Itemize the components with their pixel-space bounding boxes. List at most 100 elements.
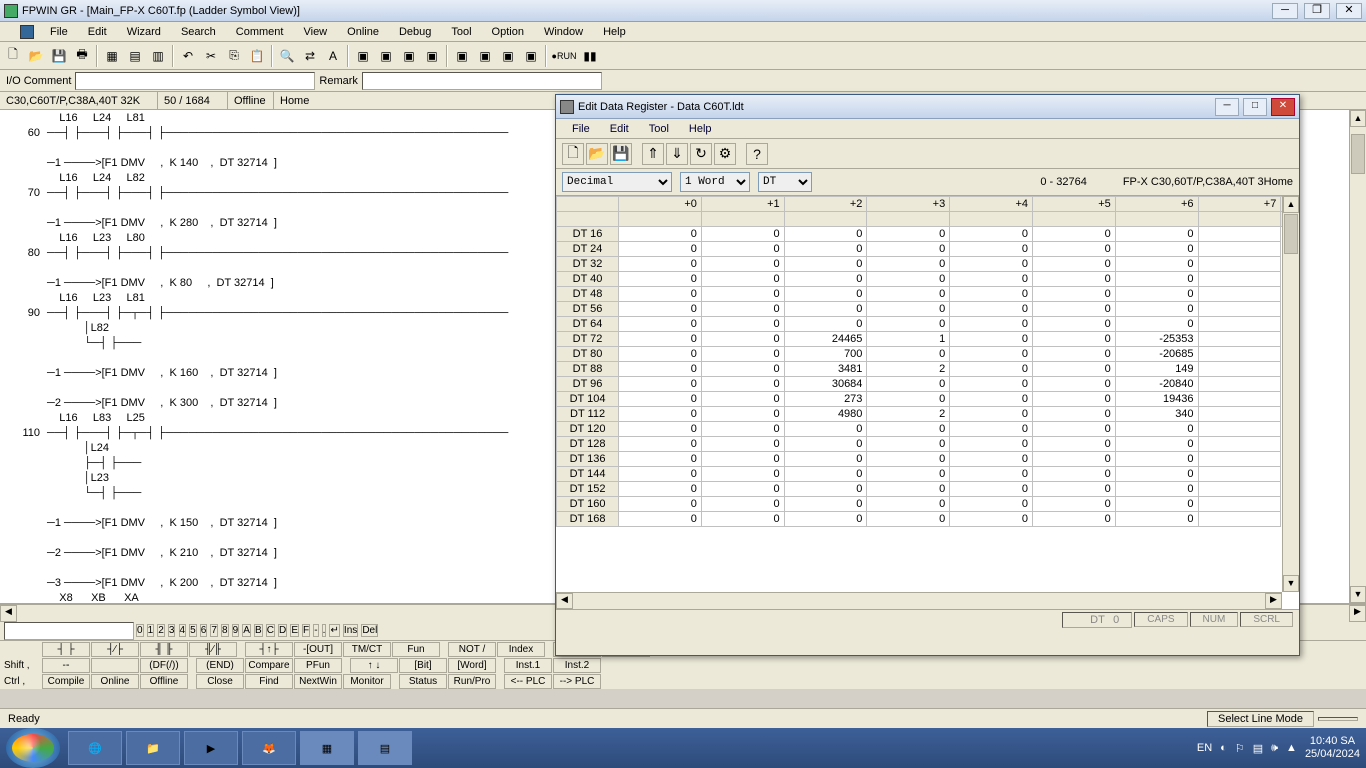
fkey-blank[interactable]: ┤↑├	[245, 642, 293, 657]
menu-edit[interactable]: Edit	[78, 24, 117, 40]
data-cell[interactable]: 0	[701, 272, 784, 287]
data-cell[interactable]	[1198, 332, 1281, 347]
fkey-close[interactable]: Close	[196, 674, 244, 689]
data-cell[interactable]: -25353	[1115, 332, 1198, 347]
data-cell[interactable]: 0	[784, 227, 867, 242]
data-cell[interactable]: 19436	[1115, 392, 1198, 407]
tool-btn-3[interactable]: ▥	[147, 45, 169, 67]
data-cell[interactable]	[1198, 272, 1281, 287]
fkey-plc[interactable]: <-- PLC	[504, 674, 552, 689]
fkey-blank[interactable]: ↑ ↓	[350, 658, 398, 673]
data-cell[interactable]: 4980	[784, 407, 867, 422]
minimize-button[interactable]: ─	[1272, 3, 1298, 19]
data-cell[interactable]: 0	[950, 482, 1033, 497]
datareg-config[interactable]: ⚙	[714, 143, 736, 165]
restore-button[interactable]: ❐	[1304, 3, 1330, 19]
copy-button[interactable]: ⎘	[223, 45, 245, 67]
menu-search[interactable]: Search	[171, 24, 226, 40]
close-button[interactable]: ✕	[1336, 3, 1362, 19]
data-cell[interactable]: 0	[1032, 422, 1115, 437]
data-cell[interactable]: 2	[867, 362, 950, 377]
data-cell[interactable]: 0	[784, 242, 867, 257]
menu-option[interactable]: Option	[482, 24, 534, 40]
io-comment-input[interactable]	[75, 72, 315, 90]
tray-icon-5[interactable]: ▲	[1286, 742, 1297, 754]
input-key-6[interactable]: 6	[200, 624, 208, 637]
fkey-find[interactable]: Find	[245, 674, 293, 689]
data-cell[interactable]: -20685	[1115, 347, 1198, 362]
data-cell[interactable]: 0	[701, 422, 784, 437]
tray-icon-3[interactable]: ▤	[1253, 742, 1263, 755]
data-cell[interactable]: 0	[950, 437, 1033, 452]
data-cell[interactable]: 0	[701, 482, 784, 497]
data-cell[interactable]: 0	[1115, 467, 1198, 482]
data-cell[interactable]: 0	[950, 332, 1033, 347]
data-cell[interactable]	[1198, 452, 1281, 467]
open-button[interactable]: 📂	[25, 45, 47, 67]
data-cell[interactable]: 0	[1032, 227, 1115, 242]
data-cell[interactable]: 0	[701, 407, 784, 422]
datareg-title-bar[interactable]: Edit Data Register - Data C60T.ldt ─ □ ✕	[556, 95, 1299, 119]
datareg-refresh[interactable]: ↻	[690, 143, 712, 165]
data-cell[interactable]: 0	[701, 242, 784, 257]
data-cell[interactable]	[1198, 497, 1281, 512]
data-cell[interactable]: 700	[784, 347, 867, 362]
data-cell[interactable]: 0	[619, 257, 702, 272]
data-cell[interactable]: 0	[619, 467, 702, 482]
data-cell[interactable]: 0	[1032, 407, 1115, 422]
tool-btn-e[interactable]: ▣	[451, 45, 473, 67]
data-cell[interactable]: 30684	[784, 377, 867, 392]
data-cell[interactable]: 0	[619, 452, 702, 467]
menu-help[interactable]: Help	[593, 24, 636, 40]
data-cell[interactable]	[1198, 407, 1281, 422]
data-cell[interactable]: 2	[867, 407, 950, 422]
datareg-download[interactable]: ⇓	[666, 143, 688, 165]
data-cell[interactable]: 0	[619, 407, 702, 422]
data-cell[interactable]: 0	[784, 437, 867, 452]
data-cell[interactable]: 0	[950, 512, 1033, 527]
data-cell[interactable]	[1198, 377, 1281, 392]
input-key-4[interactable]: 4	[179, 624, 187, 637]
data-cell[interactable]: 0	[784, 272, 867, 287]
data-cell[interactable]: 0	[619, 362, 702, 377]
data-cell[interactable]: 0	[701, 362, 784, 377]
fkey-word[interactable]: [Word]	[448, 658, 496, 673]
data-cell[interactable]: 0	[1115, 272, 1198, 287]
menu-wizard[interactable]: Wizard	[117, 24, 171, 40]
fkey-inst2[interactable]: Inst.2	[553, 658, 601, 673]
datareg-help[interactable]: ?	[746, 143, 768, 165]
scroll-left-arrow[interactable]: ◀	[0, 605, 17, 622]
data-cell[interactable]: 0	[1115, 482, 1198, 497]
tool-btn-f[interactable]: ▣	[474, 45, 496, 67]
data-cell[interactable]: 0	[784, 467, 867, 482]
register-select[interactable]: DT	[758, 172, 812, 192]
tray-lang[interactable]: EN	[1197, 742, 1212, 754]
data-cell[interactable]: 0	[1032, 437, 1115, 452]
data-cell[interactable]: 0	[619, 512, 702, 527]
menu-tool[interactable]: Tool	[441, 24, 481, 40]
task-explorer[interactable]: 📁	[126, 731, 180, 765]
data-cell[interactable]: 0	[1032, 332, 1115, 347]
tray-icon-2[interactable]: ⚐	[1235, 742, 1245, 755]
tool-btn-g[interactable]: ▣	[497, 45, 519, 67]
data-cell[interactable]: 0	[701, 437, 784, 452]
scroll-thumb[interactable]	[1351, 134, 1365, 174]
data-cell[interactable]: 0	[784, 302, 867, 317]
data-cell[interactable]	[1198, 467, 1281, 482]
data-cell[interactable]: 0	[701, 377, 784, 392]
data-cell[interactable]: 0	[619, 422, 702, 437]
tray-icon-1[interactable]: ◐	[1220, 742, 1227, 754]
datareg-vscroll[interactable]: ▲ ▼	[1282, 196, 1299, 592]
fkey-not[interactable]: NOT /	[448, 642, 496, 657]
data-cell[interactable]: 0	[1032, 287, 1115, 302]
stop-button[interactable]: ▮▮	[579, 45, 601, 67]
data-cell[interactable]: 0	[619, 332, 702, 347]
data-cell[interactable]: 0	[784, 497, 867, 512]
input-key-C[interactable]: C	[266, 624, 275, 637]
datareg-open[interactable]: 📂	[586, 143, 608, 165]
data-cell[interactable]: 0	[619, 272, 702, 287]
data-cell[interactable]: 0	[867, 452, 950, 467]
data-cell[interactable]: 0	[784, 287, 867, 302]
data-cell[interactable]: 0	[619, 347, 702, 362]
data-cell[interactable]: 0	[1115, 437, 1198, 452]
